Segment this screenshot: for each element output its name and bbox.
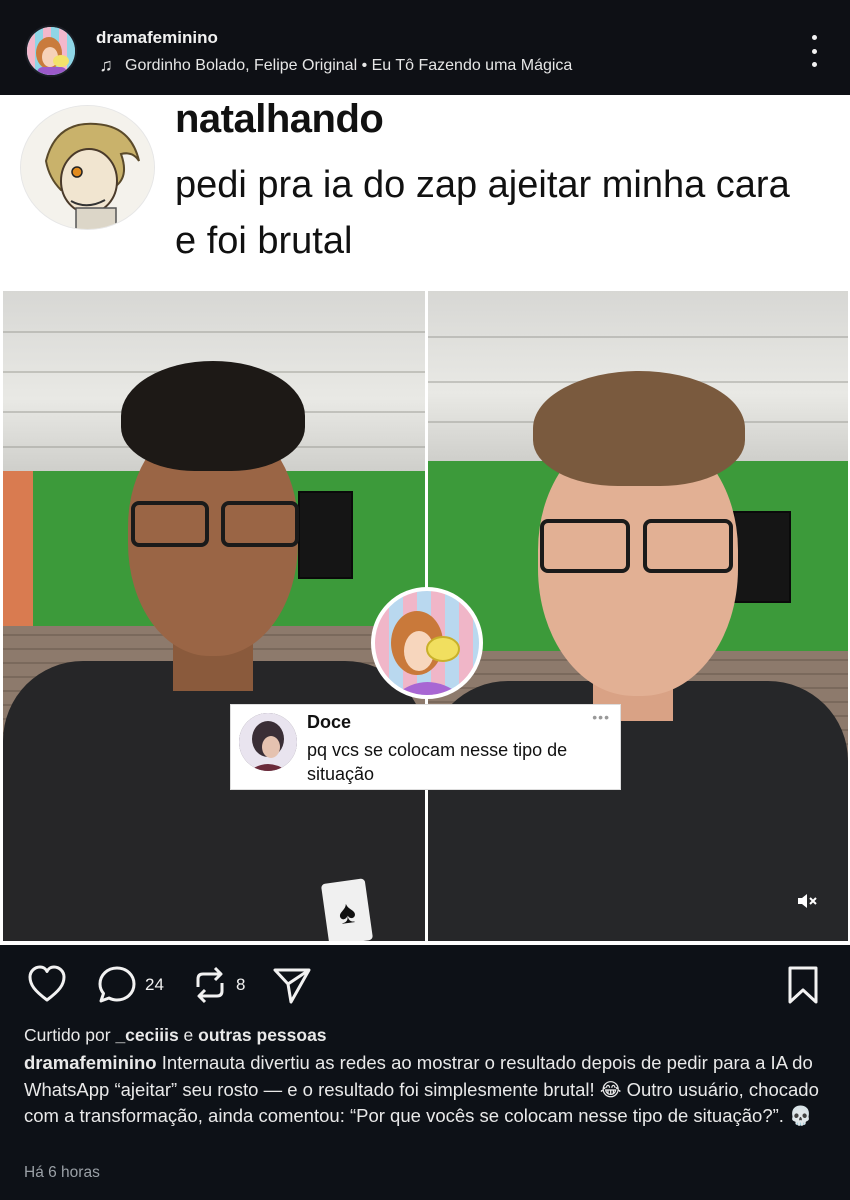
comment-author: Doce bbox=[307, 712, 352, 732]
bookmark-icon bbox=[788, 966, 818, 1004]
liked-by-others[interactable]: outras pessoas bbox=[198, 1025, 326, 1045]
liked-by: Curtido por _ceciiis e outras pessoas bbox=[24, 1025, 327, 1045]
action-bar: 24 8 bbox=[0, 945, 850, 1025]
repost-icon bbox=[196, 966, 224, 1004]
liked-by-user[interactable]: _ceciiis bbox=[115, 1025, 178, 1045]
more-options-button[interactable] bbox=[806, 35, 822, 67]
more-vertical-icon bbox=[811, 35, 817, 40]
photo-after bbox=[428, 291, 848, 941]
profile-avatar[interactable] bbox=[25, 25, 77, 77]
comment-avatar bbox=[239, 713, 297, 771]
send-icon bbox=[273, 968, 311, 1004]
music-note-icon: ♫ bbox=[99, 55, 113, 75]
heart-icon bbox=[28, 965, 66, 1002]
comment-card: Doce ••• pq vcs se colocam nesse tipo de… bbox=[230, 704, 621, 790]
like-button[interactable] bbox=[27, 965, 67, 1003]
tweet-author-name: natalhando bbox=[175, 97, 384, 141]
tweet-text: pedi pra ia do zap ajeitar minha cara e … bbox=[175, 164, 790, 262]
repost-count: 8 bbox=[236, 975, 246, 994]
music-label: Gordinho Bolado, Felipe Original • Eu Tô… bbox=[125, 56, 573, 74]
comment-more-icon: ••• bbox=[592, 709, 610, 725]
comment-bubble-icon bbox=[98, 966, 136, 1003]
post-username[interactable]: dramafeminino bbox=[96, 28, 218, 48]
post-caption: dramafeminino Internauta divertiu as red… bbox=[24, 1050, 824, 1130]
volume-muted-icon[interactable] bbox=[794, 889, 820, 915]
post-media[interactable]: natalhando pedi pra ia do zap ajeitar mi… bbox=[0, 95, 850, 945]
music-attribution[interactable]: ♫ Gordinho Bolado, Felipe Original • Eu … bbox=[96, 55, 572, 76]
post-header: dramafeminino ♫ Gordinho Bolado, Felipe … bbox=[0, 0, 850, 95]
caption-username[interactable]: dramafeminino bbox=[24, 1052, 157, 1073]
overlay-drama-avatar bbox=[371, 587, 483, 699]
comment-count: 24 bbox=[145, 975, 164, 994]
photo-before: ♠ bbox=[3, 291, 425, 941]
comment-text: pq vcs se colocam nesse tipo de situação bbox=[307, 740, 568, 784]
repost-button[interactable]: 8 bbox=[192, 965, 245, 1005]
post-timestamp: Há 6 horas bbox=[24, 1164, 100, 1181]
tweet-avatar bbox=[20, 105, 155, 230]
comment-button[interactable]: 24 bbox=[97, 965, 164, 1005]
save-button[interactable] bbox=[786, 965, 820, 1005]
share-button[interactable] bbox=[272, 965, 312, 1005]
